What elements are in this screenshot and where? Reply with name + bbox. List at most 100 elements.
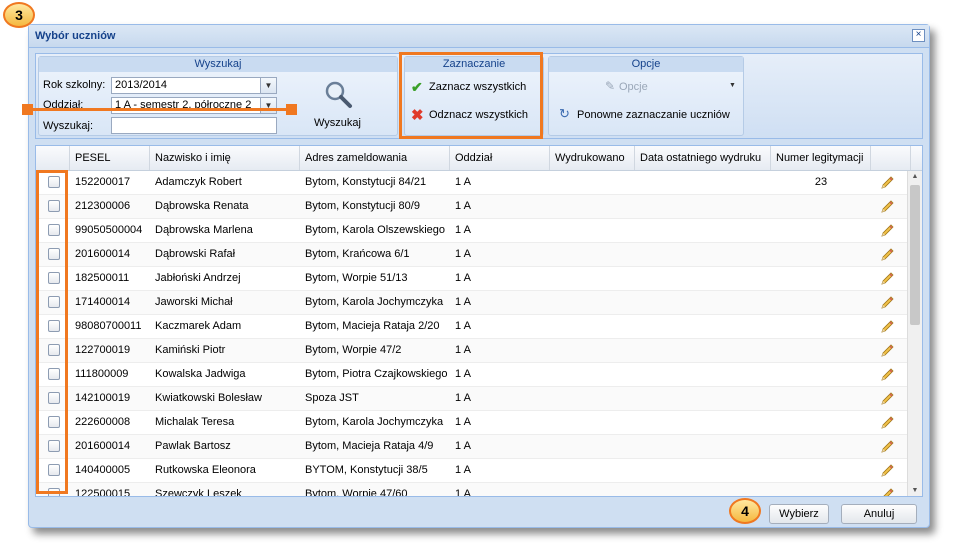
cell-printed [550, 459, 635, 482]
cell-class: 1 A [455, 224, 471, 236]
close-icon[interactable]: × [912, 29, 925, 42]
cell-printed [550, 387, 635, 410]
cell-id-number [771, 219, 871, 242]
cell-name: Dąbrowska Marlena [155, 224, 253, 236]
table-row[interactable]: 122700019 Kamiński Piotr Bytom, Worpie 47/… [36, 339, 908, 363]
cell-last-print [635, 339, 771, 362]
column-header-last-print[interactable]: Data ostatniego wydruku [635, 146, 771, 170]
pencil-icon[interactable] [879, 463, 895, 479]
pencil-icon[interactable] [879, 175, 895, 191]
table-row[interactable]: 201600014 Dąbrowski Rafał Bytom, Krańcowa … [36, 243, 908, 267]
pencil-icon[interactable] [879, 367, 895, 383]
cell-class: 1 A [455, 248, 471, 260]
column-header-pesel[interactable]: PESEL [70, 146, 150, 170]
cell-pesel: 201600014 [75, 248, 131, 260]
table-row[interactable]: 201600014 Pawlak Bartosz Bytom, Macieja Ra… [36, 435, 908, 459]
table-row[interactable]: 171400014 Jaworski Michał Bytom, Karola Jo… [36, 291, 908, 315]
pencil-icon[interactable] [879, 199, 895, 215]
cell-last-print [635, 291, 771, 314]
search-button-label: Wyszukaj [314, 117, 361, 129]
search-input[interactable] [111, 117, 277, 134]
reselect-label: Ponowne zaznaczanie uczniów [577, 109, 730, 121]
table-row[interactable]: 142100019 Kwiatkowski Bolesław Spoza JST 1 … [36, 387, 908, 411]
column-header-address[interactable]: Adres zameldowania [300, 146, 450, 170]
pencil-icon[interactable] [879, 391, 895, 407]
checkbox-column-header [36, 146, 70, 170]
cell-pesel: 182500011 [75, 272, 130, 284]
wrench-icon: ✎ [605, 79, 616, 93]
cell-pesel: 99050500004 [75, 224, 143, 236]
cancel-button[interactable]: Anuluj [841, 504, 917, 524]
table-row[interactable]: 111800009 Kowalska Jadwiga Bytom, Piotra C… [36, 363, 908, 387]
pencil-icon[interactable] [879, 223, 895, 239]
cell-printed [550, 411, 635, 434]
table-row[interactable]: 152200017 Adamczyk Robert Bytom, Konstytuc… [36, 171, 908, 195]
cell-printed [550, 483, 635, 496]
cell-address: Bytom, Macieja Rataja 2/20 [305, 320, 440, 332]
table-row[interactable]: 222600008 Michalak Teresa Bytom, Karola Jo… [36, 411, 908, 435]
callout-badge-4: 4 [729, 498, 761, 524]
search-group: Wyszukaj Rok szkolny: 2013/2014 ▼ Oddzia… [38, 56, 398, 136]
cell-name: Kwiatkowski Bolesław [155, 392, 262, 404]
cell-id-number [771, 435, 871, 458]
cell-class: 1 A [455, 296, 471, 308]
table-row[interactable]: 212300006 Dąbrowska Renata Bytom, Konstytu… [36, 195, 908, 219]
search-button[interactable]: Wyszukaj [309, 79, 369, 131]
column-header-class[interactable]: Oddział [450, 146, 550, 170]
class-select[interactable]: 1 A - semestr 2, półroczne 2 ▼ [111, 97, 277, 114]
pencil-icon[interactable] [879, 247, 895, 263]
chevron-down-icon[interactable]: ▼ [260, 78, 276, 93]
cell-last-print [635, 483, 771, 496]
cell-pesel: 98080700011 [75, 320, 142, 332]
cell-address: Bytom, Konstytucji 80/9 [305, 200, 420, 212]
cell-name: Adamczyk Robert [155, 176, 242, 188]
cell-name: Jabłoński Andrzej [155, 272, 241, 284]
pencil-icon[interactable] [879, 295, 895, 311]
cell-address: Bytom, Karola Jochymczyka [305, 416, 444, 428]
cell-printed [550, 339, 635, 362]
options-menu-button[interactable]: ✎ Opcje ▼ [599, 79, 739, 97]
vertical-scrollbar[interactable]: ▲ ▼ [907, 171, 922, 496]
table-row[interactable]: 122500015 Szewczyk Leszek Bytom, Worpie 47… [36, 483, 908, 497]
cell-class: 1 A [455, 200, 471, 212]
table-row[interactable]: 99050500004 Dąbrowska Marlena Bytom, Karol… [36, 219, 908, 243]
cell-last-print [635, 363, 771, 386]
cell-pesel: 140400005 [75, 464, 131, 476]
cell-pesel: 152200017 [75, 176, 131, 188]
pencil-icon[interactable] [879, 415, 895, 431]
cell-id-number [771, 339, 871, 362]
pencil-icon[interactable] [879, 439, 895, 455]
pencil-icon[interactable] [879, 319, 895, 335]
grid-header: PESEL Nazwisko i imię Adres zameldowania… [36, 146, 922, 171]
pencil-icon[interactable] [879, 343, 895, 359]
pencil-icon[interactable] [879, 271, 895, 287]
highlight-line-left-handle [22, 104, 33, 115]
reselect-button[interactable]: ↻ Ponowne zaznaczanie uczniów [559, 106, 743, 125]
cell-id-number [771, 291, 871, 314]
cell-last-print [635, 243, 771, 266]
chevron-down-icon: ▼ [729, 82, 736, 89]
magnifier-icon [325, 81, 352, 108]
cell-pesel: 122700019 [75, 344, 131, 356]
table-row[interactable]: 182500011 Jabłoński Andrzej Bytom, Worpie … [36, 267, 908, 291]
column-header-name[interactable]: Nazwisko i imię [150, 146, 300, 170]
cell-last-print [635, 219, 771, 242]
cell-class: 1 A [455, 416, 471, 428]
cell-name: Kaczmarek Adam [155, 320, 242, 332]
cell-printed [550, 171, 635, 194]
school-year-select[interactable]: 2013/2014 ▼ [111, 77, 277, 94]
table-row[interactable]: 98080700011 Kaczmarek Adam Bytom, Macieja … [36, 315, 908, 339]
table-row[interactable]: 140400005 Rutkowska Eleonora BYTOM, Konsty… [36, 459, 908, 483]
column-header-printed[interactable]: Wydrukowano [550, 146, 635, 170]
column-header-id-number[interactable]: Numer legitymacji [771, 146, 871, 170]
pencil-icon[interactable] [879, 487, 895, 497]
cell-name: Rutkowska Eleonora [155, 464, 256, 476]
cell-last-print [635, 411, 771, 434]
cell-address: Spoza JST [305, 392, 359, 404]
scroll-up-icon[interactable]: ▲ [908, 171, 922, 183]
cell-last-print [635, 195, 771, 218]
scroll-down-icon[interactable]: ▼ [908, 485, 922, 496]
choose-button[interactable]: Wybierz [769, 504, 829, 524]
scrollbar-thumb[interactable] [910, 185, 920, 325]
cell-pesel: 122500015 [75, 488, 131, 497]
